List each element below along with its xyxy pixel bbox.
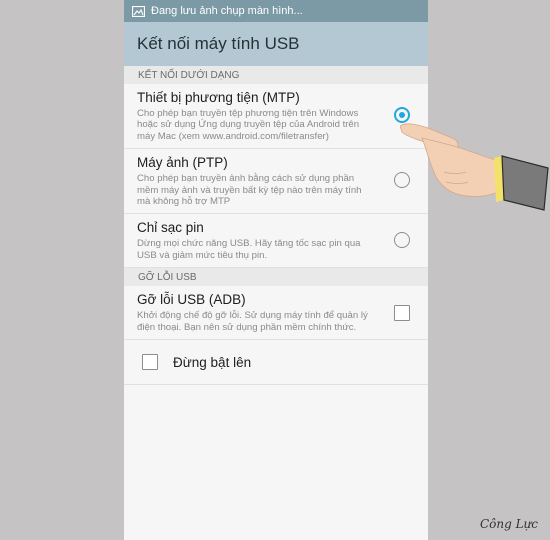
option-title: Thiết bị phương tiện (MTP)	[137, 90, 300, 105]
section-header-connect-as: KẾT NỐI DƯỚI DẠNG	[124, 66, 428, 84]
status-text: Đang lưu ảnh chụp màn hình...	[151, 5, 303, 17]
option-description: Khởi động chế độ gỡ lỗi. Sử dụng máy tín…	[137, 310, 368, 333]
option-title: Máy ảnh (PTP)	[137, 155, 228, 171]
dont-show-label: Đừng bật lên	[173, 354, 252, 370]
page-title: Kết nối máy tính USB	[137, 34, 300, 53]
option-mtp[interactable]: Thiết bị phương tiện (MTP) Cho phép bạn …	[124, 84, 428, 150]
option-ptp[interactable]: Máy ảnh (PTP) Cho phép bạn truyền ảnh bằ…	[124, 149, 428, 215]
section-header-debug: GỠ LỖI USB	[124, 268, 428, 287]
option-charge-only[interactable]: Chỉ sạc pin Dừng mọi chức năng USB. Hãy …	[124, 214, 428, 269]
section-header-label: KẾT NỐI DƯỚI DẠNG	[138, 69, 240, 81]
option-title: Gỡ lỗi USB (ADB)	[137, 292, 246, 308]
option-adb[interactable]: Gỡ lỗi USB (ADB) Khởi động chế độ gỡ lỗi…	[124, 286, 428, 341]
pointing-hand-icon	[400, 123, 549, 211]
phone-screen: Đang lưu ảnh chụp màn hình... Kết nối má…	[124, 0, 428, 540]
checkbox-adb[interactable]	[394, 304, 410, 321]
app-bar: Kết nối máy tính USB	[124, 22, 428, 66]
status-bar: Đang lưu ảnh chụp màn hình...	[124, 0, 428, 22]
option-description: Dừng mọi chức năng USB. Hãy tăng tốc sạc…	[137, 238, 361, 261]
image-icon	[132, 5, 145, 17]
section-header-label: GỠ LỖI USB	[138, 271, 197, 283]
option-description: Cho phép bạn truyền tệp phương tiện trên…	[137, 108, 360, 142]
dont-show-again-row[interactable]: Đừng bật lên	[124, 340, 428, 386]
watermark: Công Lực	[479, 517, 538, 531]
option-title: Chỉ sạc pin	[137, 220, 204, 236]
dont-show-checkbox[interactable]	[142, 354, 158, 371]
radio-charge-only[interactable]	[394, 231, 410, 248]
option-description: Cho phép bạn truyền ảnh bằng cách sử dụn…	[137, 173, 362, 208]
